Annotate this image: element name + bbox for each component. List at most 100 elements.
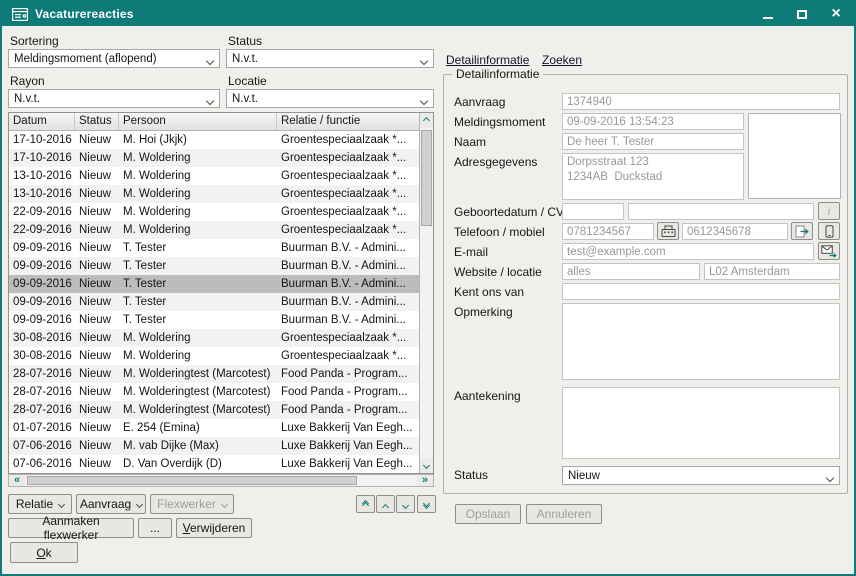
column-header-relatie-functie[interactable]: Relatie / functie	[277, 113, 419, 130]
table-row[interactable]: 22-09-2016NieuwM. WolderingGroentespecia…	[9, 221, 419, 239]
column-header-datum[interactable]: Datum	[9, 113, 75, 130]
table-cell-datum: 28-07-2016	[9, 401, 75, 419]
status-detail-select[interactable]: Nieuw	[562, 466, 840, 485]
chevron-down-icon	[423, 462, 430, 469]
scroll-down-button[interactable]	[420, 458, 433, 473]
aanmaken-flexwerker-button[interactable]: Aanmaken flexwerker	[8, 518, 134, 538]
chevron-down-icon	[421, 95, 427, 107]
previous-record-button[interactable]	[376, 495, 395, 513]
vertical-scrollbar-track[interactable]	[420, 128, 433, 458]
last-record-button[interactable]	[417, 495, 436, 513]
aanvraag-input[interactable]	[562, 93, 840, 110]
table-row[interactable]: 09-09-2016NieuwT. TesterBuurman B.V. - A…	[9, 257, 419, 275]
table-cell-persoon: M. Wolderingtest (Marcotest)	[119, 401, 277, 419]
table-row[interactable]: 09-09-2016NieuwT. TesterBuurman B.V. - A…	[9, 275, 419, 293]
table-row[interactable]: 17-10-2016NieuwM. WolderingGroentespecia…	[9, 149, 419, 167]
close-button[interactable]: ×	[828, 6, 844, 22]
horizontal-scrollbar[interactable]: « »	[8, 474, 434, 487]
scroll-up-button[interactable]	[420, 113, 433, 128]
ok-button[interactable]: Ok	[10, 542, 78, 563]
tab-detailinformatie[interactable]: Detailinformatie	[446, 53, 529, 67]
relatie-button[interactable]: Relatie	[8, 494, 72, 514]
maximize-button[interactable]	[794, 6, 810, 22]
table-cell-datum: 30-08-2016	[9, 329, 75, 347]
table-cell-persoon: T. Tester	[119, 239, 277, 257]
table-cell-persoon: T. Tester	[119, 311, 277, 329]
table-cell-relatie-functie: Buurman B.V. - Admini...	[277, 239, 419, 257]
status-select[interactable]: N.v.t.	[226, 49, 434, 68]
naam-input[interactable]	[562, 133, 744, 150]
aanvraag-button[interactable]: Aanvraag	[76, 494, 146, 514]
table-cell-datum: 01-07-2016	[9, 419, 75, 437]
minimize-button[interactable]	[760, 6, 776, 22]
vertical-scrollbar[interactable]	[419, 113, 433, 473]
column-header-persoon[interactable]: Persoon	[119, 113, 277, 130]
table-row[interactable]: 09-09-2016NieuwT. TesterBuurman B.V. - A…	[9, 293, 419, 311]
table-row[interactable]: 09-09-2016NieuwT. TesterBuurman B.V. - A…	[9, 239, 419, 257]
opslaan-button[interactable]: Opslaan	[455, 504, 521, 524]
table-row[interactable]: 28-07-2016NieuwM. Wolderingtest (Marcote…	[9, 383, 419, 401]
table-cell-persoon: D. Van Overdijk (D)	[119, 455, 277, 473]
table-cell-status: Nieuw	[75, 311, 119, 329]
table-row[interactable]: 17-10-2016NieuwM. Hoi (Jkjk)Groentespeci…	[9, 131, 419, 149]
table-row[interactable]: 30-08-2016NieuwM. WolderingGroentespecia…	[9, 347, 419, 365]
table-row[interactable]: 13-10-2016NieuwM. WolderingGroentespecia…	[9, 167, 419, 185]
mobiel-input[interactable]	[682, 223, 788, 240]
table-cell-relatie-functie: Buurman B.V. - Admini...	[277, 293, 419, 311]
geboortedatum-input[interactable]	[562, 203, 624, 220]
flexwerker-button[interactable]: Flexwerker	[150, 494, 234, 514]
scrollbar-thumb[interactable]	[421, 130, 432, 226]
meldingsmoment-input[interactable]	[562, 113, 744, 130]
telefoon-input[interactable]	[562, 223, 654, 240]
table-cell-relatie-functie: Groentespeciaalzaak *...	[277, 149, 419, 167]
column-header-status[interactable]: Status	[75, 113, 119, 130]
sortering-select[interactable]: Meldingsmoment (aflopend)	[8, 49, 220, 68]
annuleren-button[interactable]: Annuleren	[526, 504, 602, 524]
call-phone-button[interactable]	[657, 222, 679, 240]
table-row[interactable]: 07-06-2016NieuwM. vab Dijke (Max)Luxe Ba…	[9, 437, 419, 455]
table-cell-persoon: E. 254 (Emina)	[119, 419, 277, 437]
next-record-button[interactable]	[396, 495, 415, 513]
opmerking-textarea[interactable]	[562, 303, 840, 380]
table-cell-status: Nieuw	[75, 221, 119, 239]
table-cell-persoon: T. Tester	[119, 293, 277, 311]
table-row[interactable]: 13-10-2016NieuwM. WolderingGroentespecia…	[9, 185, 419, 203]
status-detail-value: Nieuw	[568, 470, 600, 482]
locatie-select[interactable]: N.v.t.	[226, 89, 434, 108]
website-input[interactable]	[562, 263, 700, 280]
table-row[interactable]: 30-08-2016NieuwM. WolderingGroentespecia…	[9, 329, 419, 347]
locatie-label: Locatie	[228, 74, 267, 88]
table-cell-status: Nieuw	[75, 365, 119, 383]
rayon-select[interactable]: N.v.t.	[8, 89, 220, 108]
info-button[interactable]: i	[818, 202, 840, 220]
table-cell-persoon: M. Woldering	[119, 329, 277, 347]
detail-legend: Detailinformatie	[452, 67, 543, 81]
table-row[interactable]: 01-07-2016NieuwE. 254 (Emina)Luxe Bakker…	[9, 419, 419, 437]
email-input[interactable]	[562, 243, 814, 260]
kent-ons-van-input[interactable]	[562, 283, 840, 300]
locatie-input[interactable]	[704, 263, 840, 280]
cv-input[interactable]	[628, 203, 814, 220]
dial-button[interactable]	[791, 222, 813, 240]
horizontal-scrollbar-track[interactable]	[25, 475, 417, 486]
table-cell-datum: 09-09-2016	[9, 239, 75, 257]
call-mobile-button[interactable]	[818, 222, 840, 240]
adresgegevens-textarea[interactable]: Dorpsstraat 123 1234AB Duckstad	[562, 153, 744, 200]
scrollbar-thumb[interactable]	[27, 476, 357, 485]
verwijderen-button[interactable]: Verwijderen	[176, 518, 252, 538]
aantekening-textarea[interactable]	[562, 387, 840, 459]
table-cell-datum: 22-09-2016	[9, 221, 75, 239]
tab-zoeken[interactable]: Zoeken	[542, 53, 582, 67]
titlebar[interactable]: Vacaturereacties ×	[2, 2, 854, 26]
more-options-button[interactable]: ...	[138, 518, 172, 538]
first-record-button[interactable]	[356, 495, 375, 513]
scroll-left-button[interactable]: «	[9, 475, 25, 486]
scroll-right-button[interactable]: »	[417, 475, 433, 486]
table-row[interactable]: 28-07-2016NieuwM. Wolderingtest (Marcote…	[9, 401, 419, 419]
table-row[interactable]: 09-09-2016NieuwT. TesterBuurman B.V. - A…	[9, 311, 419, 329]
table-cell-datum: 07-06-2016	[9, 437, 75, 455]
table-row[interactable]: 28-07-2016NieuwM. Wolderingtest (Marcote…	[9, 365, 419, 383]
send-email-button[interactable]	[818, 242, 840, 260]
table-row[interactable]: 22-09-2016NieuwM. WolderingGroentespecia…	[9, 203, 419, 221]
table-row[interactable]: 07-06-2016NieuwD. Van Overdijk (D)Luxe B…	[9, 455, 419, 473]
